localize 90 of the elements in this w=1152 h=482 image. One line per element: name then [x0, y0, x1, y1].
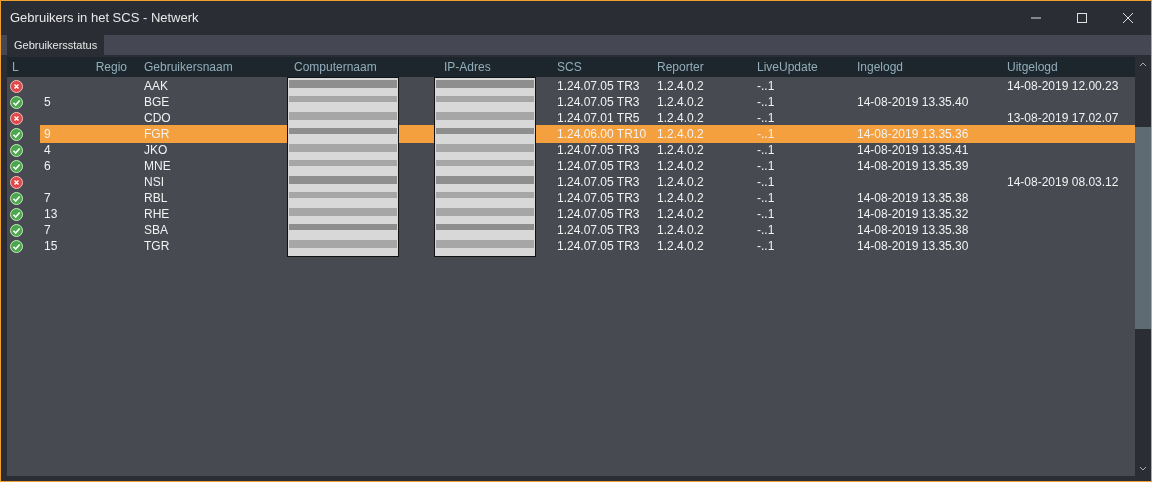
table-cell: 1.2.4.0.2 — [657, 223, 704, 237]
table-cell: 1.24.07.05 TR3 — [557, 159, 640, 173]
table-cell: 14-08-2019 13.35.41 — [857, 143, 969, 157]
table-cell: 1.24.07.05 TR3 — [557, 239, 640, 253]
table-cell: SBA — [144, 223, 168, 237]
table-cell: 14-08-2019 13.35.38 — [857, 191, 969, 205]
table-cell: -..1 — [757, 159, 775, 173]
table-cell: 13-08-2019 17.02.07 — [1007, 111, 1119, 125]
table-cell: 14-08-2019 08.03.12 — [1007, 175, 1119, 189]
table-cell: 14-08-2019 13.35.32 — [857, 207, 969, 221]
table-cell: -..1 — [757, 111, 775, 125]
table-row[interactable]: AAK 1.24.07.05 TR3 1.2.4.0.2 -..1 14-08-2019 12.00.23 — [40, 77, 1135, 95]
table-cell: 1.2.4.0.2 — [657, 239, 704, 253]
table-cell: 1.24.07.05 TR3 — [557, 79, 640, 93]
table-cell: 1.24.06.00 TR10 — [557, 127, 647, 141]
column-header[interactable]: SCS — [553, 60, 582, 74]
column-header[interactable]: Reporter — [653, 60, 704, 74]
table-cell: 1.24.07.05 TR3 — [557, 143, 640, 157]
table-cell: -..1 — [757, 95, 775, 109]
table-cell: CDO — [144, 111, 171, 125]
table-cell: -..1 — [757, 143, 775, 157]
table-cell: -..1 — [757, 223, 775, 237]
table-cell: 4 — [44, 143, 51, 157]
column-header[interactable]: Uitgelogd — [1003, 60, 1058, 74]
table-cell: BGE — [144, 95, 170, 109]
table-cell: 15 — [44, 239, 58, 253]
table-cell: 14-08-2019 13.35.38 — [857, 223, 969, 237]
table-cell: AAK — [144, 79, 168, 93]
table-row[interactable]: 7 SBA 1.24.07.05 TR3 1.2.4.0.2 -..1 14-08-2019 13.35.38 — [40, 221, 1135, 239]
table-cell: -..1 — [757, 127, 775, 141]
table-cell: 13 — [44, 207, 58, 221]
table-cell: JKO — [144, 143, 168, 157]
column-header[interactable]: Ingelogd — [853, 60, 904, 74]
table-cell: NSI — [144, 175, 164, 189]
table-cell: 1.24.07.05 TR3 — [557, 207, 640, 221]
table-row[interactable]: 6 MNE 1.24.07.05 TR3 1.2.4.0.2 -..1 14-08-2019 13.35.39 — [40, 157, 1135, 175]
table-cell: 1.2.4.0.2 — [657, 191, 704, 205]
table-cell: 5 — [44, 95, 51, 109]
table-row[interactable]: 13 RHE 1.24.07.05 TR3 1.2.4.0.2 -..1 14-08-2019 13.35.32 — [40, 205, 1135, 223]
column-header[interactable]: IP-Adres — [440, 60, 491, 74]
table-cell: 14-08-2019 13.35.40 — [857, 95, 969, 109]
table-cell: RBL — [144, 191, 168, 205]
table-cell: 9 — [44, 127, 51, 141]
column-header[interactable]: Regio — [95, 60, 140, 74]
scrollbar-thumb[interactable] — [1135, 127, 1151, 329]
table-cell: 1.2.4.0.2 — [657, 175, 704, 189]
table-row[interactable]: NSI 1.24.07.05 TR3 1.2.4.0.2 -..1 14-08-2019 08.03.12 — [40, 173, 1135, 191]
scroll-up-icon[interactable] — [1139, 61, 1147, 67]
column-header[interactable]: Gebruikersnaam — [140, 60, 233, 74]
table-cell: -..1 — [757, 175, 775, 189]
table-cell: FGR — [144, 127, 170, 141]
table-cell: TGR — [144, 239, 170, 253]
table-cell: 14-08-2019 13.35.36 — [857, 127, 969, 141]
table-cell: 1.2.4.0.2 — [657, 111, 704, 125]
table-cell: 1.2.4.0.2 — [657, 207, 704, 221]
table-cell: 14-08-2019 12.00.23 — [1007, 79, 1119, 93]
table-cell: 1.2.4.0.2 — [657, 79, 704, 93]
table-cell: 7 — [44, 191, 51, 205]
table-cell: 1.24.07.05 TR3 — [557, 95, 640, 109]
table-cell: 1.24.07.05 TR3 — [557, 175, 640, 189]
table-cell: 1.2.4.0.2 — [657, 95, 704, 109]
table-cell: 14-08-2019 13.35.30 — [857, 239, 969, 253]
scroll-down-icon[interactable] — [1139, 466, 1147, 472]
table-cell: 6 — [44, 159, 51, 173]
table-cell: 1.2.4.0.2 — [657, 143, 704, 157]
table-cell: 1.2.4.0.2 — [657, 127, 704, 141]
table-cell: -..1 — [757, 207, 775, 221]
table-cell: -..1 — [757, 191, 775, 205]
table-cell: 14-08-2019 13.35.39 — [857, 159, 969, 173]
table-row[interactable]: 15 TGR 1.24.07.05 TR3 1.2.4.0.2 -..1 14-08-2019 13.35.30 — [40, 237, 1135, 255]
column-header[interactable]: LiveUpdate — [753, 60, 818, 74]
column-header[interactable]: Computernaam — [290, 60, 377, 74]
maximize-icon — [1076, 12, 1088, 24]
table-cell: RHE — [144, 207, 170, 221]
table-cell: 1.24.07.05 TR3 — [557, 191, 640, 205]
table-cell: -..1 — [757, 239, 775, 253]
table-cell: 1.2.4.0.2 — [657, 159, 704, 173]
table-cell: 1.24.07.05 TR3 — [557, 223, 640, 237]
close-icon — [1122, 12, 1134, 24]
table-cell: 1.24.07.01 TR5 — [557, 111, 640, 125]
table-row[interactable]: 5 BGE 1.24.07.05 TR3 1.2.4.0.2 -..1 14-08-2019 13.35.40 — [40, 93, 1135, 111]
window-title: Gebruikers in het SCS - Netwerk — [10, 9, 200, 28]
tab[interactable]: Gebruikersstatus — [7, 35, 105, 55]
table-row[interactable]: CDO 1.24.07.01 TR5 1.2.4.0.2 -..1 13-08-2019 17.02.07 — [40, 109, 1135, 127]
table-row[interactable]: 7 RBL 1.24.07.05 TR3 1.2.4.0.2 -..1 14-08-2019 13.35.38 — [40, 189, 1135, 207]
table-cell: MNE — [144, 159, 171, 173]
column-header[interactable]: L — [7, 60, 19, 74]
table-cell: -..1 — [757, 79, 775, 93]
table-cell: 7 — [44, 223, 51, 237]
table-row[interactable]: 4 JKO 1.24.07.05 TR3 1.2.4.0.2 -..1 14-08-2019 13.35.41 — [40, 141, 1135, 159]
